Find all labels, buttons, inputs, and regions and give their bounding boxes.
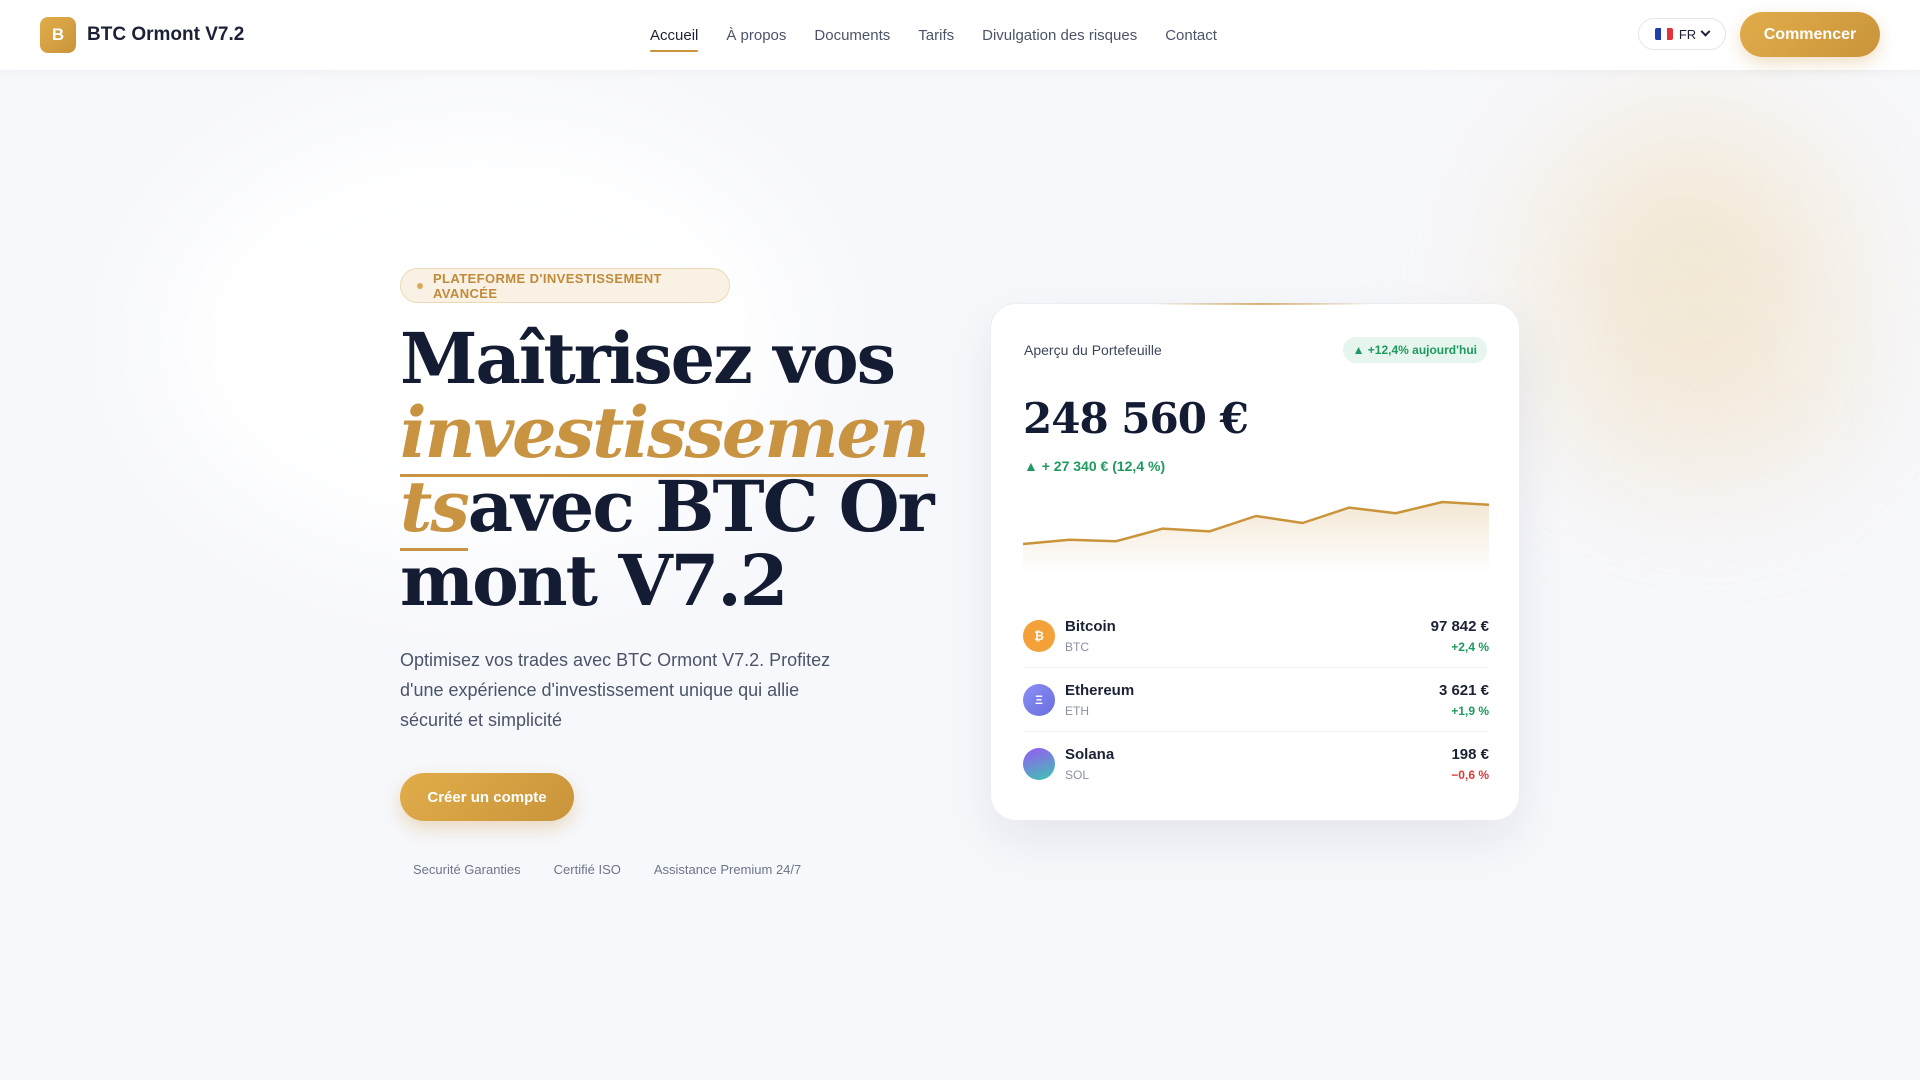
- asset-change: +1,9 %: [1451, 703, 1489, 718]
- asset-symbol: BTC: [1065, 639, 1089, 654]
- asset-price: 97 842 €: [1430, 617, 1489, 635]
- nav-link-contact[interactable]: Contact: [1165, 23, 1217, 48]
- trust-badges: Securité Garanties Certifié ISO Assistan…: [413, 862, 834, 877]
- portfolio-sparkline: [1023, 500, 1489, 574]
- top-navbar: B BTC Ormont V7.2 Accueil À propos Docum…: [0, 0, 1920, 70]
- brand[interactable]: B BTC Ormont V7.2: [40, 17, 244, 53]
- sparkline-area: [1023, 502, 1489, 574]
- asset-price: 198 €: [1451, 746, 1489, 763]
- france-flag-icon: [1654, 28, 1673, 40]
- nav-link-a-propos[interactable]: À propos: [726, 23, 786, 48]
- hero-title: Maîtrisez vos investissementsavec BTC Or…: [400, 322, 940, 618]
- language-selector[interactable]: FR: [1638, 18, 1726, 50]
- start-button[interactable]: Commencer: [1740, 12, 1880, 57]
- create-account-button[interactable]: Créer un compte: [400, 773, 574, 821]
- portfolio-total: 248 560 €: [1023, 394, 1249, 443]
- asset-symbol: ETH: [1065, 703, 1089, 718]
- chevron-down-icon: [1700, 26, 1711, 37]
- hero-badge-text: PLATEFORME D'INVESTISSEMENT AVANCÉE: [432, 270, 662, 301]
- portfolio-label: Aperçu du Portefeuille: [1024, 342, 1162, 358]
- portfolio-change: ▲ + 27 340 € (12,4 %): [1024, 458, 1166, 474]
- asset-change: −0,6 %: [1451, 768, 1489, 782]
- asset-row-ethereum[interactable]: Ξ Ethereum ETH 3 621 € +1,9 %: [1023, 668, 1489, 732]
- brand-logo: B: [40, 17, 76, 53]
- asset-name: Bitcoin: [1065, 617, 1116, 635]
- asset-price: 3 621 €: [1438, 681, 1489, 699]
- language-code: FR: [1678, 26, 1697, 42]
- hero-badge: PLATEFORME D'INVESTISSEMENT AVANCÉE: [400, 268, 730, 303]
- nav-link-divulgation-des-risques[interactable]: Divulgation des risques: [982, 23, 1137, 48]
- background-glow-right-lower: [1560, 300, 1860, 500]
- nav-link-documents[interactable]: Documents: [814, 23, 890, 48]
- trust-item-support: Assistance Premium 24/7: [653, 862, 802, 877]
- brand-name: BTC Ormont V7.2: [87, 24, 245, 45]
- card-accent-line: [1151, 303, 1371, 305]
- asset-name: Ethereum: [1065, 681, 1135, 699]
- portfolio-card: Aperçu du Portefeuille ▲ +12,4% aujourd'…: [990, 303, 1520, 821]
- asset-name: Solana: [1065, 746, 1115, 763]
- trust-item-security: Securité Garanties: [413, 862, 521, 877]
- daily-change-badge: ▲ +12,4% aujourd'hui: [1342, 337, 1487, 363]
- bitcoin-icon: ₿: [1023, 619, 1055, 652]
- hero-title-part2: avec BTC Ormont V7.2: [400, 465, 935, 622]
- asset-symbol: SOL: [1065, 768, 1090, 782]
- asset-list: ₿ Bitcoin BTC 97 842 € +2,4 % Ξ Ethereum…: [1023, 604, 1489, 796]
- ethereum-icon: Ξ: [1023, 683, 1055, 716]
- main-menu: Accueil À propos Documents Tarifs Divulg…: [650, 0, 1245, 70]
- asset-change: +2,4 %: [1451, 639, 1489, 654]
- asset-row-bitcoin[interactable]: ₿ Bitcoin BTC 97 842 € +2,4 %: [1023, 604, 1489, 668]
- nav-link-tarifs[interactable]: Tarifs: [918, 23, 954, 48]
- solana-icon: [1023, 748, 1055, 780]
- hero-title-part1: Maîtrisez vos: [400, 317, 896, 400]
- hero-subtitle: Optimisez vos trades avec BTC Ormont V7.…: [400, 650, 831, 730]
- asset-row-solana[interactable]: Solana SOL 198 € −0,6 %: [1023, 732, 1489, 796]
- nav-link-accueil[interactable]: Accueil: [650, 23, 699, 52]
- trust-item-iso: Certifié ISO: [553, 862, 621, 877]
- background-glow-right: [1480, 80, 1900, 520]
- badge-dot-icon: [417, 282, 423, 289]
